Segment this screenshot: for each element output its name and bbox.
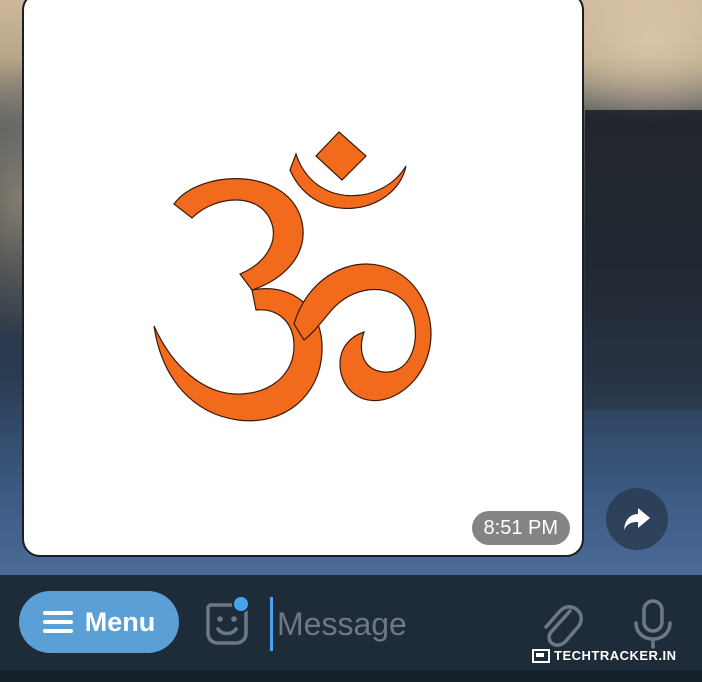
watermark-text: TECHTRACKER.IN bbox=[554, 648, 677, 663]
watermark-logo-icon bbox=[532, 648, 550, 663]
om-symbol-image[interactable] bbox=[144, 114, 464, 434]
forward-button[interactable] bbox=[606, 488, 668, 550]
message-input[interactable] bbox=[270, 597, 510, 651]
watermark: TECHTRACKER.IN bbox=[532, 648, 677, 663]
message-input-bar: Menu bbox=[0, 575, 702, 682]
message-timestamp: 8:51 PM bbox=[471, 511, 570, 545]
microphone-icon[interactable] bbox=[630, 597, 676, 651]
menu-button-label: Menu bbox=[84, 606, 156, 637]
chat-wallpaper-shade bbox=[585, 110, 702, 410]
forward-arrow-icon bbox=[624, 508, 650, 530]
menu-button[interactable]: Menu bbox=[19, 591, 179, 653]
hamburger-icon bbox=[42, 611, 73, 633]
sticker-notification-dot bbox=[232, 595, 250, 613]
telegram-chat-screen: 8:51 PM Menu Message TECHTRACKER.IN bbox=[0, 0, 702, 682]
paperclip-icon[interactable] bbox=[538, 597, 584, 651]
image-message-bubble[interactable]: 8:51 PM bbox=[22, 0, 584, 557]
